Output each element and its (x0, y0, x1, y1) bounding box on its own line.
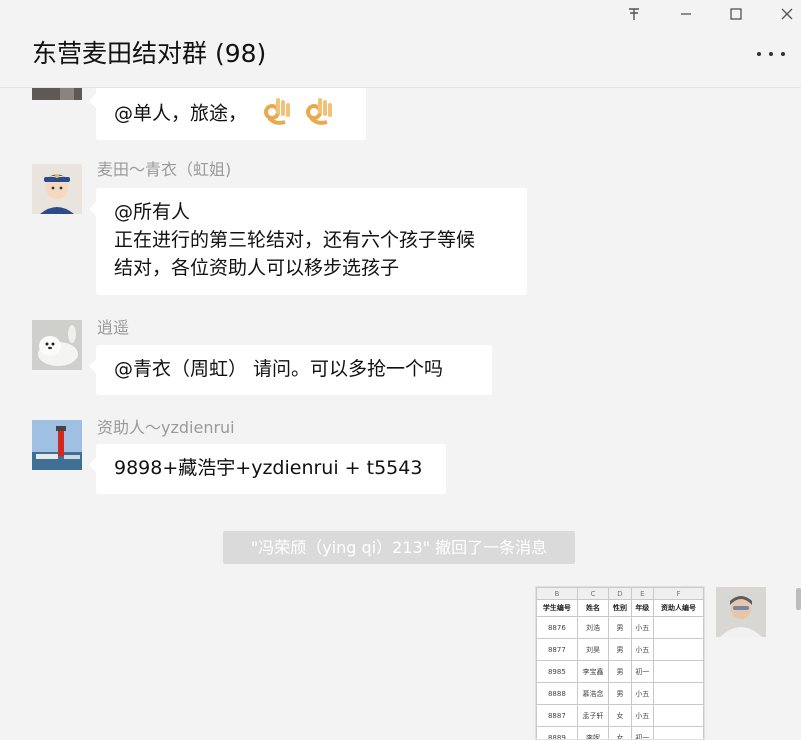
pin-icon[interactable] (619, 4, 649, 28)
sheet-column-label: E (630, 587, 654, 600)
sheet-cell: 孟子轩 (576, 704, 610, 727)
message-text: @青衣（周虹） 请问。可以多抢一个吗 (114, 358, 444, 380)
sender-name: 麦田～青衣（虹姐) (97, 160, 232, 179)
sheet-cell: 8888 (536, 682, 578, 705)
message-bubble[interactable]: @青衣（周虹） 请问。可以多抢一个吗 (89, 345, 492, 395)
scrollbar-thumb[interactable] (796, 588, 801, 610)
message-bubble[interactable]: @所有人 正在进行的第三轮结对，还有六个孩子等候 结对，各位资助人可以移步选孩子 (89, 188, 527, 295)
sheet-column-label: C (576, 587, 610, 600)
table-row: 8889 李妮 女 初一 (536, 726, 704, 739)
sheet-cell: 李妮 (576, 726, 610, 739)
sheet-header: 年级 (630, 599, 654, 617)
message-text: 结对，各位资助人可以移步选孩子 (114, 257, 400, 279)
sheet-cell: 8887 (536, 704, 578, 727)
sheet-cell: 初一 (630, 726, 654, 739)
sheet-cell: 男 (608, 682, 632, 705)
avatar[interactable] (32, 420, 82, 470)
sheet-cell: 小五 (630, 638, 654, 661)
sender-name: 资助人～yzdienrui (97, 418, 235, 437)
sheet-cell: 初一 (630, 660, 654, 683)
sheet-cell (652, 682, 704, 705)
maximize-icon[interactable] (721, 4, 751, 28)
sheet-header: 学生编号 (536, 599, 578, 617)
message-bubble[interactable]: 9898+藏浩宇+yzdienrui + t5543 (89, 444, 446, 494)
sheet-cell (652, 638, 704, 661)
sheet-cell: 男 (608, 638, 632, 661)
sheet-cell (652, 616, 704, 639)
own-avatar[interactable] (716, 587, 766, 637)
table-row: 8876 刘浩 男 小五 (536, 616, 704, 639)
table-row: 8888 慕浩念 男 小五 (536, 682, 704, 705)
message-text: 正在进行的第三轮结对，还有六个孩子等候 (114, 229, 476, 251)
sheet-cell: 慕浩念 (576, 682, 610, 705)
table-row: 8877 刘昊 男 小五 (536, 638, 704, 661)
sheet-cell: 8889 (536, 726, 578, 739)
sheet-cell: 女 (608, 726, 632, 739)
avatar[interactable] (32, 320, 82, 370)
chat-title: 东营麦田结对群 (98) (32, 39, 267, 68)
more-options-icon[interactable] (755, 42, 787, 62)
sheet-cell: 8876 (536, 616, 578, 639)
close-icon[interactable] (772, 4, 801, 28)
recall-notice: "冯荣颀（ying qi）213" 撤回了一条消息 (223, 531, 575, 564)
sheet-cell (652, 704, 704, 727)
table-row: 8887 孟子轩 女 小五 (536, 704, 704, 727)
sheet-cell: 女 (608, 704, 632, 727)
sheet-cell: 小五 (630, 704, 654, 727)
table-row: 8985 李宝鑫 男 初一 (536, 660, 704, 683)
ok-hand-icon (261, 94, 293, 134)
ok-hand-icon (303, 94, 335, 134)
spreadsheet-image[interactable]: B C D E F 学生编号 姓名 性别 年级 资助人编号 8876 刘浩 男 … (535, 586, 705, 740)
message-bubble[interactable]: @单人，旅途， (89, 88, 366, 140)
sheet-cell: 男 (608, 660, 632, 683)
message-text: 9898+藏浩宇+yzdienrui + t5543 (114, 457, 423, 479)
sheet-cell: 小五 (630, 682, 654, 705)
sheet-header: 姓名 (576, 599, 610, 617)
sheet-header: 性别 (608, 599, 632, 617)
avatar[interactable] (32, 164, 82, 214)
minimize-icon[interactable] (671, 4, 701, 28)
sheet-cell: 8985 (536, 660, 578, 683)
avatar[interactable] (32, 88, 82, 100)
message-text: @所有人 (114, 201, 191, 223)
sheet-column-label: B (536, 587, 578, 600)
message-text: @单人，旅途， (114, 102, 248, 125)
sheet-cell (652, 726, 704, 739)
chat-header: 东营麦田结对群 (98) (0, 0, 801, 88)
sheet-cell: 李宝鑫 (576, 660, 610, 683)
sheet-cell: 刘昊 (576, 638, 610, 661)
sender-name: 逍遥 (97, 318, 130, 337)
sheet-column-label: F (652, 587, 704, 600)
sheet-header: 资助人编号 (652, 599, 704, 617)
sheet-cell: 小五 (630, 616, 654, 639)
sheet-cell: 男 (608, 616, 632, 639)
sheet-column-label: D (608, 587, 632, 600)
sheet-cell: 8877 (536, 638, 578, 661)
sheet-cell (652, 660, 704, 683)
message-list[interactable]: @单人，旅途， 麦田～青衣（虹姐) @所有人 正在进行的第三轮结对，还有六个孩子… (0, 88, 801, 740)
sheet-cell: 刘浩 (576, 616, 610, 639)
